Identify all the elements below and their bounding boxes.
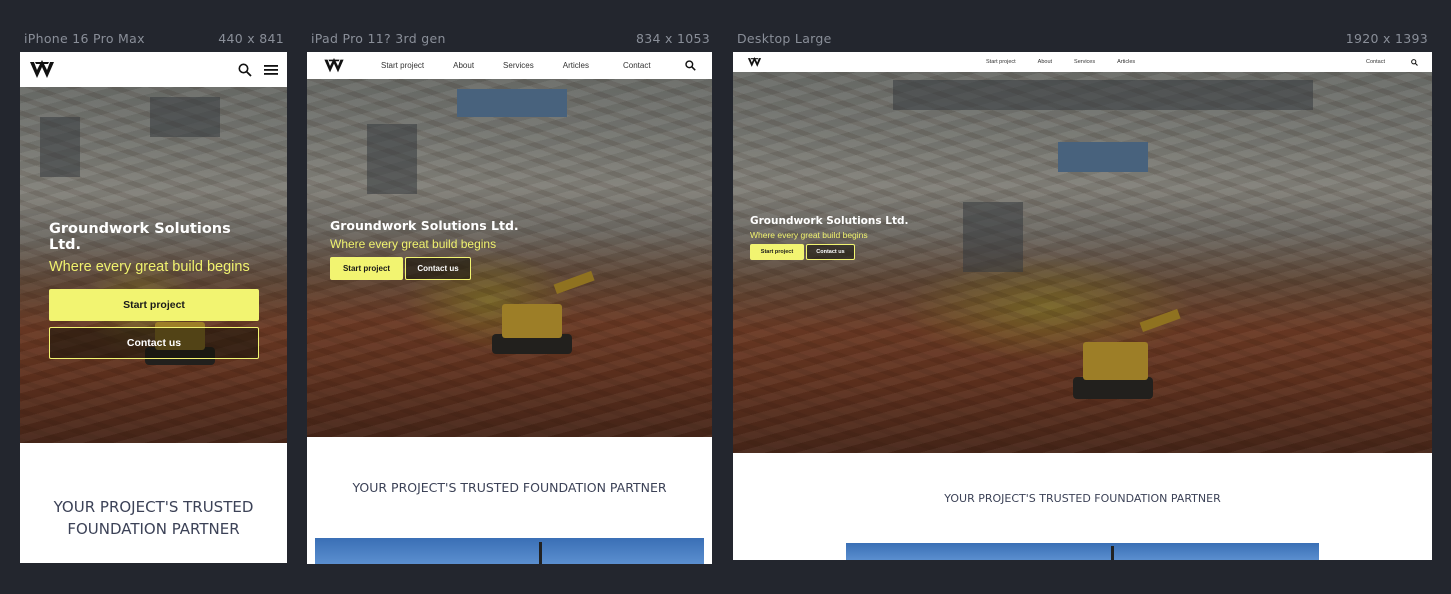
start-project-button[interactable]: Start project: [330, 257, 403, 280]
nav-services[interactable]: Services: [503, 61, 534, 70]
logo-icon[interactable]: [323, 57, 345, 74]
nav-contact[interactable]: Contact: [623, 61, 651, 70]
tablet-hero-content: Groundwork Solutions Ltd. Where every gr…: [330, 218, 590, 280]
device-size-tablet: 834 x 1053: [635, 31, 710, 46]
start-project-button[interactable]: Start project: [49, 289, 259, 321]
nav-start-project[interactable]: Start project: [986, 59, 1016, 65]
search-icon[interactable]: [238, 63, 252, 77]
desktop-preview: Start project About Services Articles Co…: [733, 52, 1432, 560]
company-name: Groundwork Solutions Ltd.: [49, 221, 231, 253]
nav-services[interactable]: Services: [1074, 59, 1095, 65]
company-name: Groundwork Solutions Ltd.: [750, 215, 909, 227]
company-name: Groundwork Solutions Ltd.: [330, 218, 519, 233]
device-label-desktop: Desktop Large: [737, 31, 832, 46]
nav-start-project[interactable]: Start project: [381, 61, 424, 70]
tablet-hero: Groundwork Solutions Ltd. Where every gr…: [307, 79, 712, 437]
phone-preview: Groundwork Solutions Ltd. Where every gr…: [20, 52, 287, 563]
search-icon[interactable]: [685, 60, 696, 71]
search-icon[interactable]: [1411, 58, 1418, 66]
device-size-desktop: 1920 x 1393: [1345, 31, 1428, 46]
contact-us-button[interactable]: Contact us: [405, 257, 471, 280]
phone-hero: Groundwork Solutions Ltd. Where every gr…: [20, 87, 287, 443]
nav-contact[interactable]: Contact: [1366, 59, 1385, 65]
phone-nav: [20, 52, 287, 87]
tagline: Where every great build begins: [750, 230, 868, 240]
logo-icon[interactable]: [747, 56, 762, 68]
tagline: Where every great build begins: [49, 259, 250, 275]
section-title: YOUR PROJECT'S TRUSTED FOUNDATION PARTNE…: [53, 498, 254, 538]
section-title: YOUR PROJECT'S TRUSTED FOUNDATION PARTNE…: [944, 492, 1221, 505]
device-size-phone: 440 x 841: [218, 31, 284, 46]
contact-us-button[interactable]: Contact us: [49, 327, 259, 359]
tablet-preview: Start project About Services Articles Co…: [307, 52, 712, 564]
desktop-nav: Start project About Services Articles Co…: [733, 52, 1432, 72]
desktop-hero-content: Groundwork Solutions Ltd. Where every gr…: [750, 215, 950, 260]
nav-about[interactable]: About: [453, 61, 474, 70]
desktop-hero: Groundwork Solutions Ltd. Where every gr…: [733, 72, 1432, 453]
nav-about[interactable]: About: [1038, 59, 1052, 65]
phone-hero-content: Groundwork Solutions Ltd. Where every gr…: [49, 221, 259, 359]
contact-us-button[interactable]: Contact us: [806, 244, 855, 260]
device-label-tablet: iPad Pro 11? 3rd gen: [311, 31, 446, 46]
logo-icon[interactable]: [29, 59, 55, 80]
start-project-button[interactable]: Start project: [750, 244, 804, 260]
menu-icon[interactable]: [264, 64, 278, 76]
section-title: YOUR PROJECT'S TRUSTED FOUNDATION PARTNE…: [352, 480, 667, 495]
section-photo: [315, 538, 704, 564]
device-label-phone: iPhone 16 Pro Max: [24, 31, 145, 46]
nav-articles[interactable]: Articles: [1117, 59, 1135, 65]
tablet-nav: Start project About Services Articles Co…: [307, 52, 712, 79]
section-photo: [846, 543, 1319, 560]
nav-articles[interactable]: Articles: [563, 61, 589, 70]
tagline: Where every great build begins: [330, 237, 497, 251]
